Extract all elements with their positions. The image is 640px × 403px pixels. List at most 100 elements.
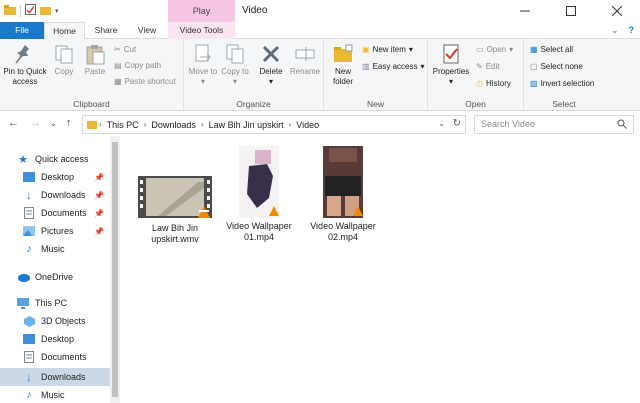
chevron-down-icon[interactable]: ⌄ [438, 119, 445, 128]
breadcrumb-separator[interactable]: › [199, 120, 206, 129]
tab-file[interactable]: File [0, 22, 44, 39]
breadcrumb-upskirt-folder[interactable]: Law Bih Jin upskirt [206, 120, 287, 130]
nav-item-quick-access[interactable]: ★ Quick access [0, 150, 118, 168]
open-button[interactable]: ▭ Open ▾ [476, 45, 513, 54]
copy-to-button[interactable]: Copy to ▾ [220, 43, 250, 87]
file-list: Law Bih Jin upskirt.wmv Video Wallpaper 01… [120, 136, 640, 403]
select-group: ▦ Select all ▢ Select none ▧ Invert selecti… [524, 39, 604, 111]
nav-item-music[interactable]: ♪ Music [0, 386, 118, 403]
help-icon[interactable]: ? [629, 25, 635, 36]
select-none-button[interactable]: ▢ Select none [530, 62, 583, 71]
copy-button[interactable]: Copy [50, 43, 78, 77]
nav-item-desktop[interactable]: Desktop 📌 [0, 168, 118, 186]
minimize-button[interactable] [502, 0, 548, 22]
pictures-icon [22, 224, 36, 238]
up-arrow-icon[interactable]: ↑ [66, 117, 72, 129]
history-button[interactable]: ◷ History [476, 79, 511, 88]
select-all-button[interactable]: ▦ Select all [530, 45, 573, 54]
new-item-button[interactable]: ▣ New item ▾ [362, 45, 413, 54]
refresh-icon[interactable]: ↻ [453, 118, 461, 129]
breadcrumb-video[interactable]: Video [293, 120, 322, 130]
new-folder-icon[interactable] [40, 4, 51, 17]
properties-button[interactable]: Properties ▾ [430, 43, 472, 87]
close-button[interactable] [594, 0, 640, 22]
invert-selection-button[interactable]: ▧ Invert selection [530, 79, 594, 88]
maximize-button[interactable] [548, 0, 594, 22]
copy-path-icon: ▤ [114, 61, 122, 70]
move-to-button[interactable]: Move to ▾ [188, 43, 218, 87]
back-arrow-icon[interactable]: ← [8, 117, 19, 129]
cube-icon [22, 314, 36, 328]
breadcrumb-this-pc[interactable]: This PC [104, 120, 142, 130]
recent-locations-chevron-icon[interactable]: ⌄ [50, 119, 57, 128]
history-icon: ◷ [476, 79, 483, 88]
edit-icon: ✎ [476, 62, 483, 71]
scrollbar-thumb[interactable] [112, 142, 118, 397]
pin-icon[interactable]: 📌 [94, 209, 104, 218]
file-item[interactable]: Video Wallpaper 02.mp4 [302, 146, 384, 243]
nav-scrollbar[interactable] [110, 136, 120, 403]
chevron-down-icon: ▾ [268, 77, 273, 86]
separator [20, 4, 21, 17]
delete-button[interactable]: Delete ▾ [256, 43, 286, 87]
pin-icon[interactable]: 📌 [94, 227, 104, 236]
open-group-label: Open [465, 99, 486, 109]
new-item-icon: ▣ [362, 45, 370, 54]
pin-icon [15, 45, 29, 64]
paste-button[interactable]: Paste [80, 43, 110, 77]
breadcrumb-separator[interactable]: › [142, 120, 149, 129]
nav-item-music[interactable]: ♪ Music [0, 240, 118, 258]
music-icon: ♪ [26, 243, 32, 255]
nav-item-desktop[interactable]: Desktop [0, 330, 118, 348]
breadcrumb-downloads[interactable]: Downloads [148, 120, 199, 130]
nav-item-documents[interactable]: Documents 📌 [0, 204, 118, 222]
file-name: Video Wallpaper 02.mp4 [310, 221, 376, 242]
rename-button[interactable]: Rename [288, 43, 322, 77]
nav-item-this-pc[interactable]: This PC [0, 294, 118, 312]
select-all-icon: ▦ [530, 45, 538, 54]
pin-to-quick-access-button[interactable]: Pin to Quick access [2, 43, 48, 87]
file-item[interactable]: Law Bih Jin upskirt.wmv [134, 174, 216, 245]
cut-button[interactable]: ✂ Cut [114, 45, 136, 54]
chevron-down-icon: ▾ [408, 45, 413, 54]
tab-video-tools[interactable]: Video Tools [168, 22, 235, 39]
chevron-down-icon: ▾ [200, 77, 205, 86]
file-name: Law Bih Jin upskirt.wmv [151, 223, 199, 244]
address-bar-row: ← → ⌄ ↑ › This PC › Downloads › Law Bih … [0, 112, 640, 136]
nav-item-pictures[interactable]: Pictures 📌 [0, 222, 118, 240]
paste-shortcut-button[interactable]: ▦ Paste shortcut [114, 77, 176, 86]
forward-arrow-icon[interactable]: → [30, 117, 41, 129]
pin-icon[interactable]: 📌 [94, 191, 104, 200]
chevron-down-icon: ▾ [232, 77, 237, 86]
window-title: Video [242, 5, 268, 16]
organize-group: Move to ▾ Copy to ▾ Delete ▾ Rename Organiz… [184, 39, 324, 111]
nav-item-documents[interactable]: Documents [0, 348, 118, 366]
paste-shortcut-icon: ▦ [114, 77, 122, 86]
search-input[interactable]: Search Video [474, 115, 634, 134]
chevron-down-icon: ▾ [420, 62, 425, 71]
pin-icon[interactable]: 📌 [94, 173, 104, 182]
chevron-down-icon: ▾ [509, 45, 514, 54]
tab-view[interactable]: View [130, 22, 164, 39]
file-item[interactable]: Video Wallpaper 01.mp4 [218, 146, 300, 243]
breadcrumb-separator: › [99, 120, 102, 129]
tab-home[interactable]: Home [44, 22, 85, 40]
chevron-down-icon[interactable]: ▾ [55, 7, 59, 15]
properties-icon[interactable] [25, 4, 36, 17]
address-bar[interactable]: › This PC › Downloads › Law Bih Jin upsk… [82, 115, 466, 134]
move-to-icon [195, 44, 211, 62]
tab-share[interactable]: Share [88, 22, 124, 39]
nav-item-3d-objects[interactable]: 3D Objects [0, 312, 118, 330]
copy-path-button[interactable]: ▤ Copy path [114, 61, 161, 70]
nav-item-onedrive[interactable]: OneDrive [0, 268, 118, 286]
nav-item-downloads[interactable]: ↓ Downloads 📌 [0, 186, 118, 204]
new-folder-button[interactable]: New folder [326, 43, 360, 87]
nav-item-downloads-selected[interactable]: ↓ Downloads [0, 368, 118, 386]
breadcrumb-separator[interactable]: › [287, 120, 294, 129]
easy-access-button[interactable]: ▥ Easy access ▾ [362, 62, 424, 71]
rename-icon [295, 47, 315, 61]
edit-button[interactable]: ✎ Edit [476, 62, 500, 71]
title-bar: ▾ Play Video [0, 0, 640, 22]
chevron-down-icon[interactable]: ⌄ [611, 25, 619, 36]
file-name: Video Wallpaper 01.mp4 [226, 221, 292, 242]
